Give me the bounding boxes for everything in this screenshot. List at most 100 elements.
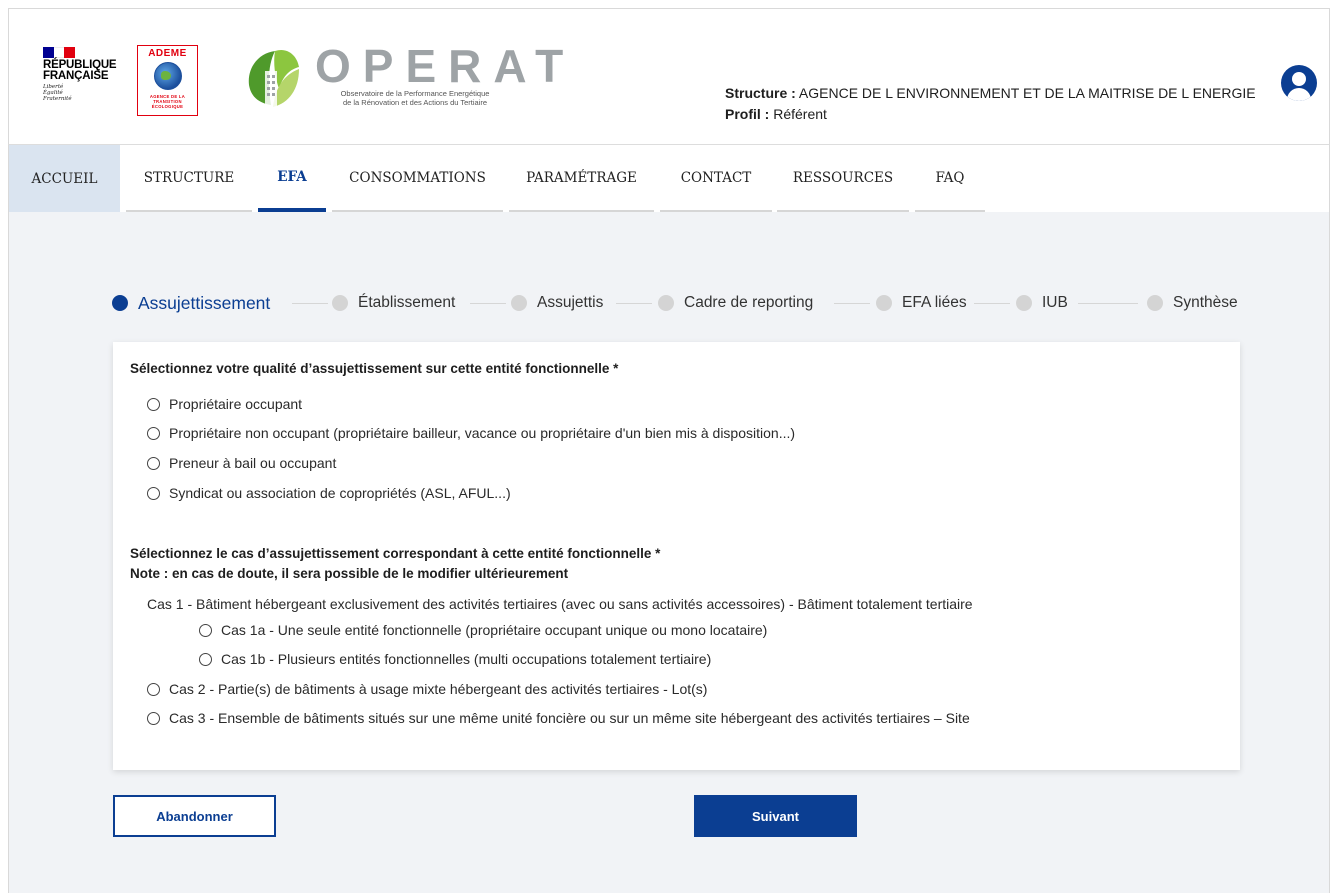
step-dot — [112, 295, 128, 311]
rf-motto-line3: Fraternité — [43, 96, 72, 102]
user-circle-icon[interactable] — [1281, 65, 1317, 101]
step-label: Assujettis — [537, 294, 604, 311]
question-qualite-title: Sélectionnez votre qualité d’assujettiss… — [130, 361, 619, 376]
radio-button[interactable] — [147, 397, 160, 411]
step-label: Cadre de reporting — [684, 294, 814, 311]
radio-proprietaire-occupant[interactable]: Propriétaire occupant — [147, 396, 302, 412]
step-connector — [292, 303, 328, 304]
step-connector — [470, 303, 506, 304]
case-3-text: Ensemble de bâtiments situés sur une mêm… — [214, 710, 970, 726]
ademe-logo: ADEME AGENCE DE LA TRANSITION ÉCOLOGIQUE — [137, 45, 198, 116]
structure-label: Structure : — [725, 85, 796, 101]
step-dot — [332, 295, 348, 311]
step-dot — [1147, 295, 1163, 311]
step-efa-liees[interactable]: EFA liées — [876, 292, 967, 314]
profile-line: Profil : Référent — [725, 104, 1256, 125]
nav-item-efa[interactable]: EFA — [258, 145, 326, 212]
radio-cas-3[interactable]: Cas 3 - Ensemble de bâtiments situés sur… — [147, 710, 970, 726]
radio-button[interactable] — [199, 623, 212, 637]
radio-proprietaire-non-occupant[interactable]: Propriétaire non occupant (propriétaire … — [147, 425, 795, 441]
step-cadre-de-reporting[interactable]: Cadre de reporting — [658, 292, 813, 314]
case-3-prefix: Cas 3 - — [169, 710, 215, 726]
step-connector — [834, 303, 870, 304]
avatar-body — [1287, 88, 1311, 101]
profile-value: Référent — [773, 106, 827, 122]
nav-item-accueil[interactable]: ACCUEIL — [9, 145, 120, 212]
operat-tagline: Observatoire de la Performance Energétiq… — [315, 89, 515, 107]
case-1-label: Cas 1 - Bâtiment hébergeant exclusivemen… — [147, 596, 973, 612]
step-synthese[interactable]: Synthèse — [1147, 292, 1238, 314]
french-flag-icon — [43, 47, 76, 58]
radio-button[interactable] — [147, 486, 160, 500]
rf-motto: Liberté Égalité Fraternité — [43, 84, 123, 102]
radio-cas-2[interactable]: Cas 2 - Partie(s) de bâtiments à usage m… — [147, 681, 707, 697]
question-cas-note: Note : en cas de doute, il sera possible… — [130, 566, 569, 581]
step-label: Synthèse — [1173, 294, 1238, 311]
radio-syndicat-copropriete[interactable]: Syndicat ou association de copropriétés … — [147, 485, 511, 501]
step-assujettissement[interactable]: Assujettissement — [112, 292, 270, 314]
nav-item-structure[interactable]: STRUCTURE — [126, 145, 252, 212]
radio-label: Propriétaire occupant — [169, 396, 303, 412]
operat-wordmark: OPERAT — [315, 40, 576, 92]
operat-tagline-line1: Observatoire de la Performance Energétiq… — [340, 89, 490, 98]
abandon-button[interactable]: Abandonner — [113, 795, 276, 837]
avatar-head — [1292, 72, 1306, 86]
radio-label: Cas 1a - Une seule entité fonctionnelle … — [221, 622, 767, 638]
progress-stepper: Assujettissement Établissement Assujetti… — [112, 292, 1242, 314]
case-1a-text: Une seule entité fonctionnelle (propriét… — [273, 622, 768, 638]
case-1-text: Bâtiment hébergeant exclusivement des ac… — [192, 596, 789, 612]
ademe-title: ADEME — [148, 48, 187, 59]
radio-label: Cas 3 - Ensemble de bâtiments situés sur… — [169, 710, 970, 726]
step-dot — [876, 295, 892, 311]
case-1a-prefix: Cas 1a - — [221, 622, 274, 638]
nav-item-parametrage[interactable]: PARAMÉTRAGE — [509, 145, 654, 212]
ademe-subtitle-line3: ÉCOLOGIQUE — [151, 104, 184, 109]
nav-item-faq[interactable]: FAQ — [915, 145, 985, 212]
site-header: RÉPUBLIQUE FRANÇAISE Liberté Égalité Fra… — [8, 8, 1330, 145]
question-cas-title: Sélectionnez le cas d’assujettissement c… — [130, 546, 661, 561]
assujettissement-form-card: Sélectionnez votre qualité d’assujettiss… — [113, 342, 1240, 770]
radio-button[interactable] — [147, 711, 160, 725]
step-connector — [616, 303, 652, 304]
structure-value: AGENCE DE L ENVIRONNEMENT ET DE LA MAITR… — [798, 85, 1256, 101]
step-connector — [1078, 303, 1138, 304]
profile-label: Profil : — [725, 106, 770, 122]
nav-item-contact[interactable]: CONTACT — [660, 145, 772, 212]
radio-label: Cas 1b - Plusieurs entités fonctionnelle… — [221, 651, 711, 667]
radio-label: Syndicat ou association de copropriétés … — [169, 485, 511, 501]
radio-label: Preneur à bail ou occupant — [169, 455, 337, 471]
ademe-subtitle: AGENCE DE LA TRANSITION ÉCOLOGIQUE — [138, 94, 197, 109]
rf-name-line2: FRANÇAISE — [43, 70, 109, 82]
radio-preneur-a-bail[interactable]: Preneur à bail ou occupant — [147, 455, 336, 471]
step-label: EFA liées — [902, 294, 967, 311]
structure-line: Structure : AGENCE DE L ENVIRONNEMENT ET… — [725, 83, 1256, 104]
step-assujettis[interactable]: Assujettis — [511, 292, 603, 314]
step-iub[interactable]: IUB — [1016, 292, 1068, 314]
radio-button[interactable] — [147, 682, 160, 696]
case-1b-prefix: Cas 1b - — [221, 651, 274, 667]
globe-icon — [153, 62, 182, 90]
step-etablissement[interactable]: Établissement — [332, 292, 455, 314]
step-dot — [658, 295, 674, 311]
operat-tagline-line2: de la Rénovation et des Actions du Terti… — [342, 98, 488, 107]
step-label: Établissement — [358, 294, 456, 311]
step-label: Assujettissement — [138, 292, 271, 313]
case-1-suffix: Bâtiment totalement tertiaire — [793, 596, 973, 612]
nav-item-ressources[interactable]: RESSOURCES — [777, 145, 909, 212]
nav-item-consommations[interactable]: CONSOMMATIONS — [332, 145, 503, 212]
step-connector — [974, 303, 1010, 304]
radio-label: Cas 2 - Partie(s) de bâtiments à usage m… — [169, 681, 707, 697]
case-2-text: Partie(s) de bâtiments à usage mixte héb… — [214, 681, 664, 697]
radio-cas-1a[interactable]: Cas 1a - Une seule entité fonctionnelle … — [199, 622, 767, 638]
radio-cas-1b[interactable]: Cas 1b - Plusieurs entités fonctionnelle… — [199, 651, 711, 667]
next-button[interactable]: Suivant — [694, 795, 857, 837]
radio-label: Propriétaire non occupant (propriétaire … — [169, 425, 796, 441]
step-label: IUB — [1042, 294, 1068, 311]
case-2-suffix: Lot(s) — [667, 681, 708, 697]
republique-francaise-logo: RÉPUBLIQUE FRANÇAISE Liberté Égalité Fra… — [43, 47, 123, 102]
radio-button[interactable] — [199, 652, 212, 666]
user-info: Structure : AGENCE DE L ENVIRONNEMENT ET… — [725, 83, 1256, 125]
case-2-prefix: Cas 2 - — [169, 681, 215, 697]
radio-button[interactable] — [147, 426, 160, 440]
radio-button[interactable] — [147, 456, 160, 470]
